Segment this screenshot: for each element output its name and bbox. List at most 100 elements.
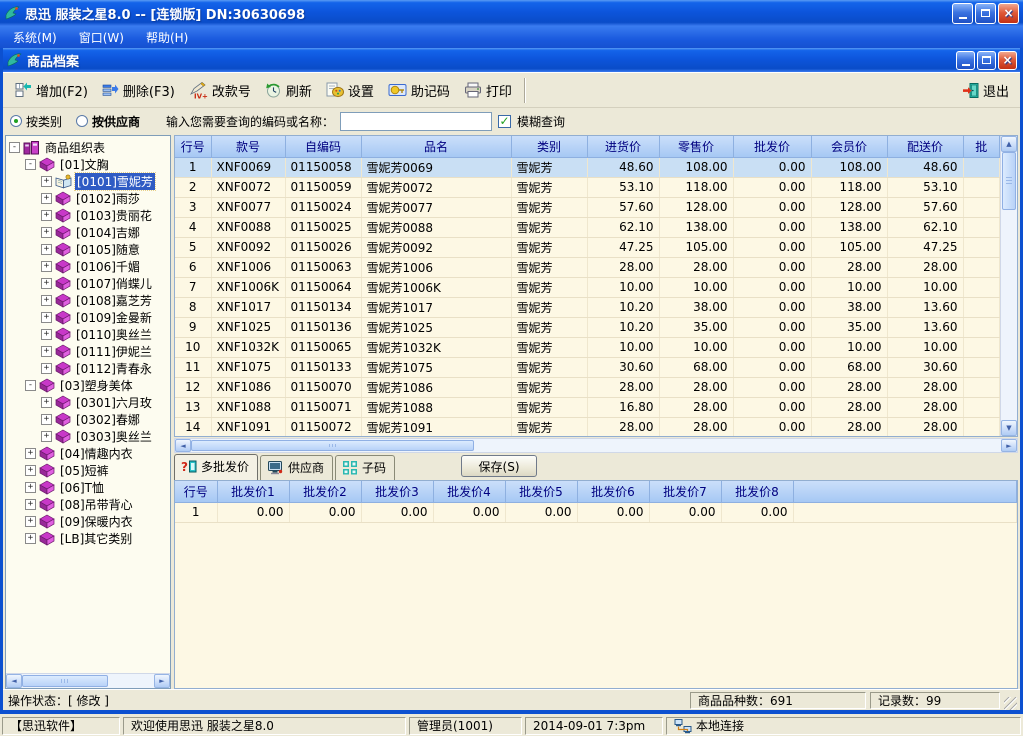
column-header[interactable]: 批发价3 xyxy=(361,481,433,502)
fuzzy-search-checkbox[interactable]: ✓ xyxy=(498,115,511,128)
expand-icon[interactable]: + xyxy=(41,414,52,425)
tree-item[interactable]: +[0111]伊妮兰 xyxy=(9,343,170,360)
collapse-icon[interactable]: - xyxy=(25,380,36,391)
expand-icon[interactable]: + xyxy=(41,397,52,408)
expand-icon[interactable]: + xyxy=(41,244,52,255)
column-header[interactable]: 自编码 xyxy=(285,136,361,157)
refresh-button[interactable]: 刷新 xyxy=(258,78,319,103)
table-row[interactable]: 12XNF108601150070雪妮芳1086雪妮芳28.0028.000.0… xyxy=(175,377,1000,397)
close-button[interactable]: × xyxy=(998,3,1019,24)
child-maximize-button[interactable] xyxy=(977,51,996,70)
grid-horizontal-scrollbar[interactable]: ◄ ► xyxy=(174,438,1018,453)
minimize-button[interactable] xyxy=(952,3,973,24)
scroll-right-icon[interactable]: ► xyxy=(154,674,170,688)
collapse-icon[interactable]: - xyxy=(25,159,36,170)
tree-item[interactable]: +[09]保暖内衣 xyxy=(9,513,170,530)
scroll-left-icon[interactable]: ◄ xyxy=(175,439,191,452)
tree-item[interactable]: +[0112]青春永 xyxy=(9,360,170,377)
tree-scroll-thumb[interactable] xyxy=(22,675,108,687)
column-header[interactable]: 行号 xyxy=(175,136,211,157)
tree-item[interactable]: +[04]情趣内衣 xyxy=(9,445,170,462)
table-row[interactable]: 10.000.000.000.000.000.000.000.00 xyxy=(175,502,1017,522)
expand-icon[interactable]: + xyxy=(41,312,52,323)
column-header[interactable]: 进货价 xyxy=(587,136,659,157)
scroll-right-icon[interactable]: ► xyxy=(1001,439,1017,452)
table-row[interactable]: 11XNF107501150133雪妮芳1075雪妮芳30.6068.000.0… xyxy=(175,357,1000,377)
tree-item[interactable]: +[0109]金曼新 xyxy=(9,309,170,326)
expand-icon[interactable]: + xyxy=(41,363,52,374)
scroll-up-icon[interactable]: ▲ xyxy=(1001,136,1017,152)
tree-item[interactable]: +[0106]千媚 xyxy=(9,258,170,275)
child-minimize-button[interactable] xyxy=(956,51,975,70)
table-row[interactable]: 2XNF007201150059雪妮芳0072雪妮芳53.10118.000.0… xyxy=(175,177,1000,197)
settings-button[interactable]: 设置 xyxy=(319,78,381,103)
table-row[interactable]: 3XNF007701150024雪妮芳0077雪妮芳57.60128.000.0… xyxy=(175,197,1000,217)
exit-button[interactable]: 退出 xyxy=(956,78,1015,103)
tree-item[interactable]: +[0110]奥丝兰 xyxy=(9,326,170,343)
column-header[interactable]: 品名 xyxy=(361,136,511,157)
expand-icon[interactable]: + xyxy=(25,448,36,459)
tree-item[interactable]: +[0301]六月玫 xyxy=(9,394,170,411)
print-button[interactable]: 打印 xyxy=(457,78,519,103)
menu-item-2[interactable]: 窗口(W) xyxy=(68,26,135,49)
tree-item[interactable]: +[0103]贵丽花 xyxy=(9,207,170,224)
tab-multi-wholesale-price[interactable]: ?多批发价 xyxy=(174,454,258,481)
tree-item[interactable]: +[05]短裤 xyxy=(9,462,170,479)
grid-vertical-scrollbar[interactable]: ▲ ▼ xyxy=(1000,136,1017,436)
table-row[interactable]: 1XNF006901150058雪妮芳0069雪妮芳48.60108.000.0… xyxy=(175,157,1000,177)
column-header[interactable]: 配送价 xyxy=(887,136,963,157)
change-style-no-button[interactable]: IV+改款号 xyxy=(182,78,258,103)
tree-item[interactable]: +[0302]春娜 xyxy=(9,411,170,428)
maximize-button[interactable] xyxy=(975,3,996,24)
tree-item[interactable]: +[0101]雪妮芳 xyxy=(9,173,170,190)
table-row[interactable]: 13XNF108801150071雪妮芳1088雪妮芳16.8028.000.0… xyxy=(175,397,1000,417)
expand-icon[interactable]: + xyxy=(41,295,52,306)
tree-item[interactable]: +[0303]奥丝兰 xyxy=(9,428,170,445)
expand-icon[interactable]: + xyxy=(41,431,52,442)
grid-vscroll-thumb[interactable] xyxy=(1002,152,1016,210)
radio-by-category[interactable]: 按类别 xyxy=(10,113,62,130)
grid-hscroll-thumb[interactable] xyxy=(191,440,474,451)
table-row[interactable]: 10XNF1032K01150065雪妮芳1032K雪妮芳10.0010.000… xyxy=(175,337,1000,357)
menu-item-3[interactable]: 帮助(H) xyxy=(135,26,199,49)
column-header[interactable]: 会员价 xyxy=(811,136,887,157)
tab-supplier[interactable]: 供应商 xyxy=(260,455,333,480)
table-row[interactable]: 5XNF009201150026雪妮芳0092雪妮芳47.25105.000.0… xyxy=(175,237,1000,257)
table-row[interactable]: 8XNF101701150134雪妮芳1017雪妮芳10.2038.000.00… xyxy=(175,297,1000,317)
column-header[interactable]: 行号 xyxy=(175,481,217,502)
tree-item[interactable]: +[0108]嘉芝芳 xyxy=(9,292,170,309)
column-header[interactable]: 批发价7 xyxy=(649,481,721,502)
search-input[interactable] xyxy=(340,112,492,131)
expand-icon[interactable]: + xyxy=(25,499,36,510)
tree-item[interactable]: -商品组织表 xyxy=(9,139,170,156)
resize-grip[interactable] xyxy=(1004,697,1017,710)
scroll-down-icon[interactable]: ▼ xyxy=(1001,420,1017,436)
expand-icon[interactable]: + xyxy=(25,516,36,527)
table-row[interactable]: 6XNF100601150063雪妮芳1006雪妮芳28.0028.000.00… xyxy=(175,257,1000,277)
expand-icon[interactable]: + xyxy=(41,210,52,221)
expand-icon[interactable]: + xyxy=(41,193,52,204)
column-header[interactable]: 批发价2 xyxy=(289,481,361,502)
expand-icon[interactable]: + xyxy=(41,227,52,238)
tree-item[interactable]: +[0102]雨莎 xyxy=(9,190,170,207)
column-header[interactable]: 批发价6 xyxy=(577,481,649,502)
expand-icon[interactable]: + xyxy=(41,329,52,340)
expand-icon[interactable]: + xyxy=(25,533,36,544)
tab-subcode[interactable]: 子码 xyxy=(335,455,395,480)
scroll-left-icon[interactable]: ◄ xyxy=(6,674,22,688)
expand-icon[interactable]: + xyxy=(41,346,52,357)
expand-icon[interactable]: + xyxy=(41,261,52,272)
expand-icon[interactable]: + xyxy=(41,176,52,187)
column-header[interactable]: 批 xyxy=(963,136,1000,157)
expand-icon[interactable]: + xyxy=(25,482,36,493)
table-row[interactable]: 4XNF008801150025雪妮芳0088雪妮芳62.10138.000.0… xyxy=(175,217,1000,237)
tree-item[interactable]: +[LB]其它类别 xyxy=(9,530,170,547)
expand-icon[interactable]: + xyxy=(25,465,36,476)
mnemonic-code-button[interactable]: 助记码 xyxy=(381,78,457,103)
tree-item[interactable]: +[0104]吉娜 xyxy=(9,224,170,241)
tree-item[interactable]: -[03]塑身美体 xyxy=(9,377,170,394)
tree-horizontal-scrollbar[interactable]: ◄ ► xyxy=(6,673,170,688)
expand-icon[interactable]: + xyxy=(41,278,52,289)
radio-by-supplier[interactable]: 按供应商 xyxy=(76,113,140,130)
collapse-icon[interactable]: - xyxy=(9,142,20,153)
